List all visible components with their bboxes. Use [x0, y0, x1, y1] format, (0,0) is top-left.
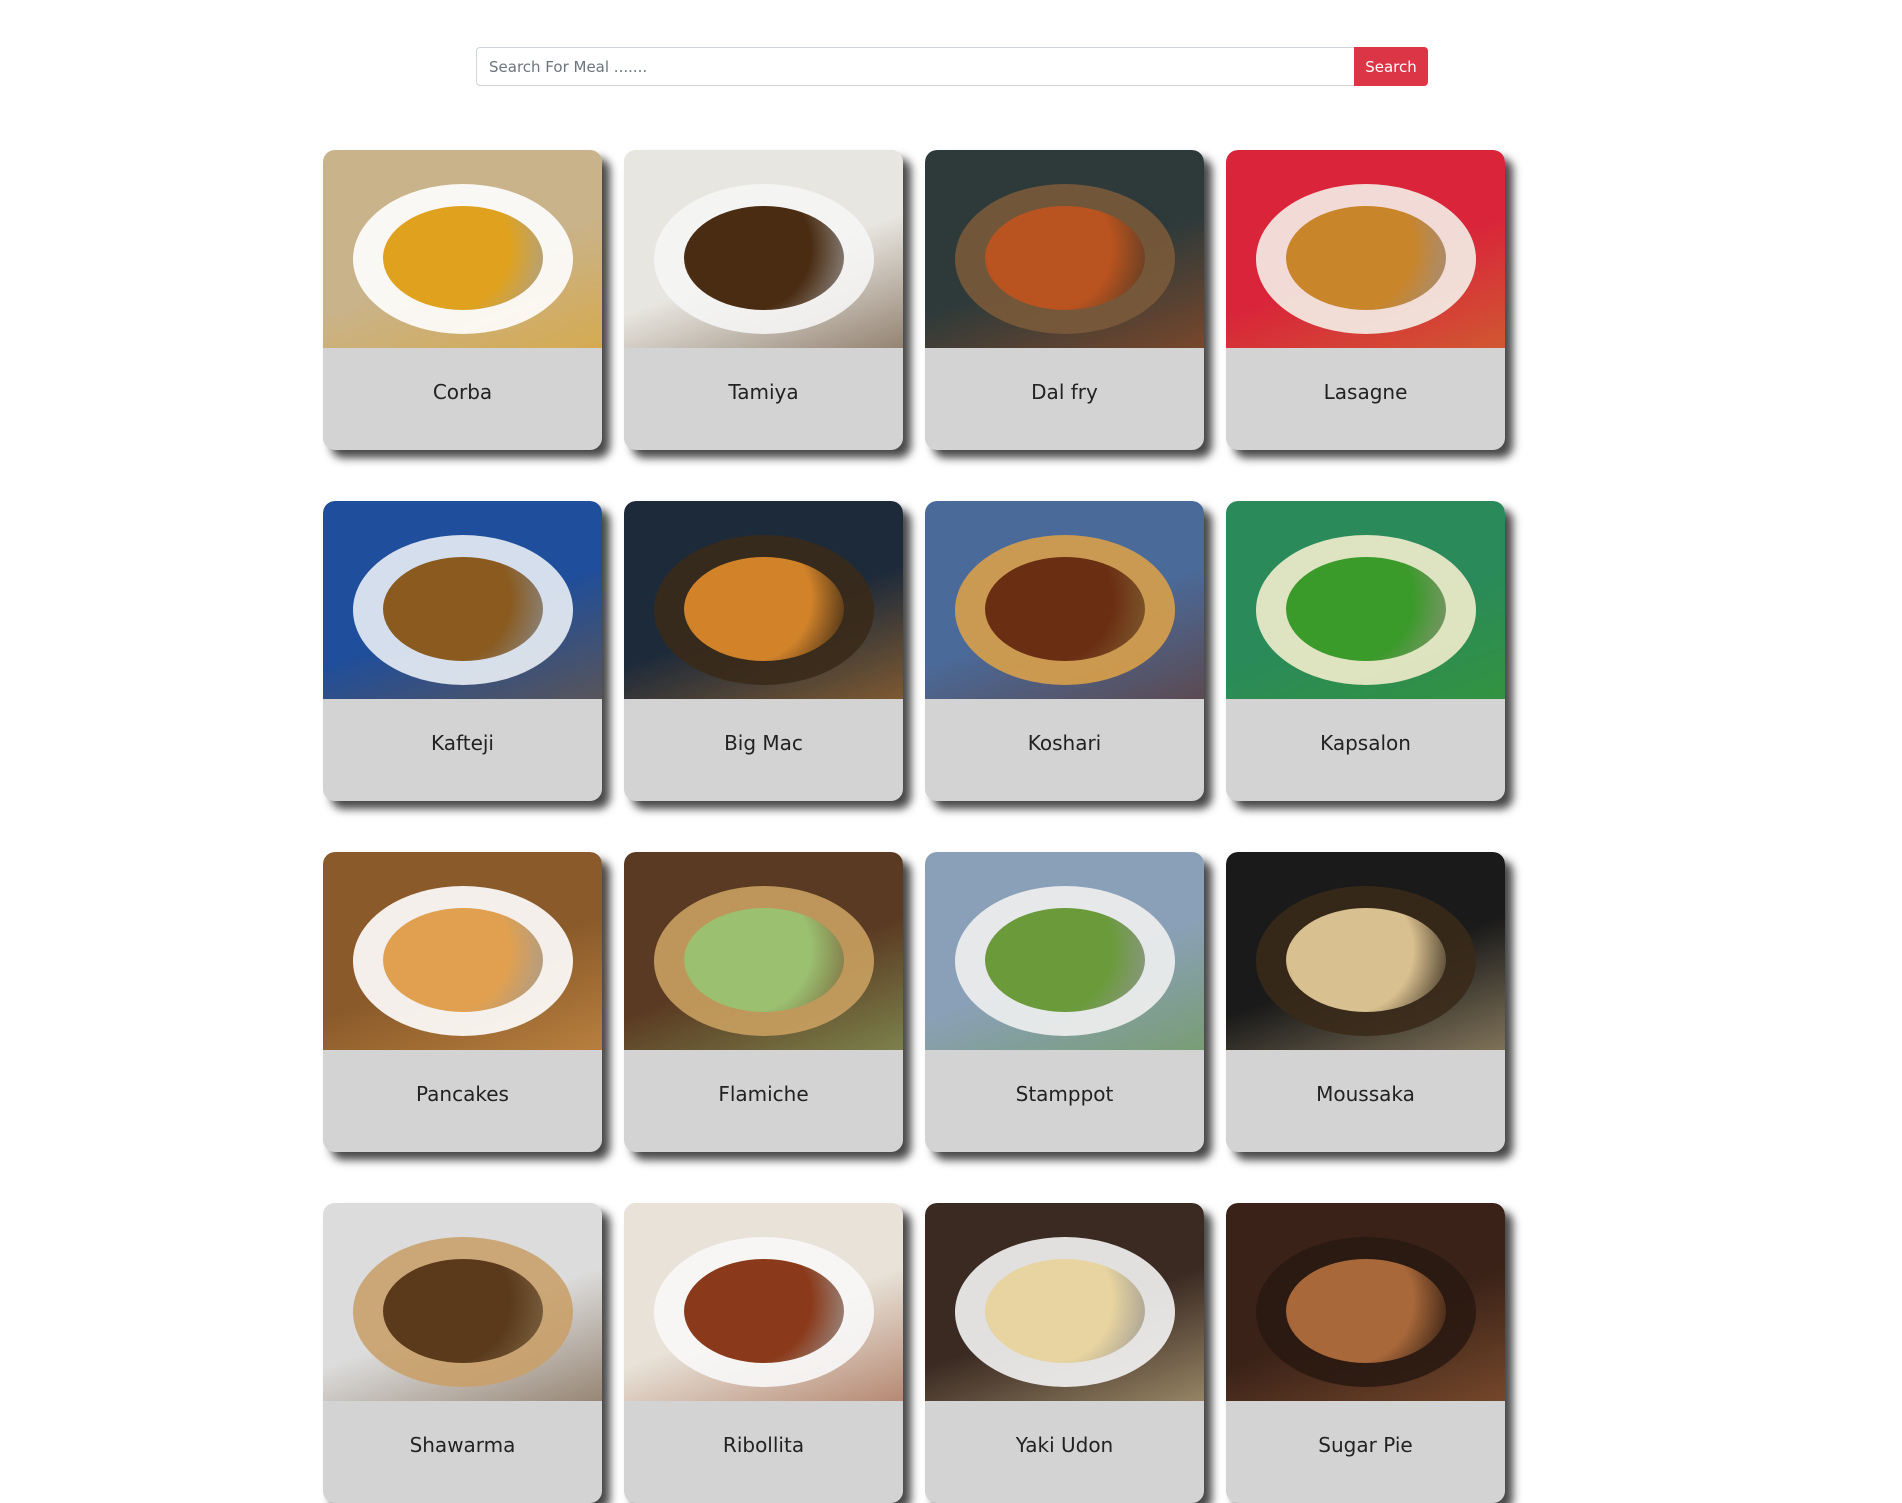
search-input[interactable] [476, 47, 1354, 86]
food-shape [1286, 557, 1446, 661]
meal-card[interactable]: Lasagne [1226, 150, 1505, 450]
food-shape [383, 1259, 543, 1363]
meal-image [925, 1203, 1204, 1401]
meal-image [925, 852, 1204, 1050]
meal-image [1226, 1203, 1505, 1401]
meal-image [624, 1203, 903, 1401]
meal-title: Moussaka [1316, 1082, 1415, 1106]
meal-image [1226, 501, 1505, 699]
food-shape [1286, 1259, 1446, 1363]
meal-card[interactable]: Dal fry [925, 150, 1204, 450]
meal-card[interactable]: Kafteji [323, 501, 602, 801]
meal-image [323, 852, 602, 1050]
meal-card[interactable]: Sugar Pie [1226, 1203, 1505, 1503]
food-shape [383, 908, 543, 1012]
food-shape [684, 908, 844, 1012]
food-shape [684, 557, 844, 661]
meal-image [624, 150, 903, 348]
meal-image [323, 501, 602, 699]
meal-title: Koshari [1027, 731, 1102, 755]
search-button[interactable]: Search [1354, 47, 1428, 86]
meal-title: Dal fry [1031, 380, 1098, 404]
meal-title: Kafteji [431, 731, 494, 755]
meal-image [624, 852, 903, 1050]
meal-image [925, 501, 1204, 699]
food-shape [1286, 908, 1446, 1012]
meal-card[interactable]: Ribollita [624, 1203, 903, 1503]
meal-image [1226, 150, 1505, 348]
meal-card[interactable]: Shawarma [323, 1203, 602, 1503]
meal-card[interactable]: Tamiya [624, 150, 903, 450]
food-shape [1286, 206, 1446, 310]
meal-image [925, 150, 1204, 348]
meal-title: Ribollita [722, 1433, 805, 1457]
food-shape [684, 206, 844, 310]
meal-card[interactable]: Big Mac [624, 501, 903, 801]
food-shape [383, 557, 543, 661]
meal-title: Lasagne [1323, 380, 1408, 404]
meal-title: Shawarma [409, 1433, 516, 1457]
meal-grid: Corba Tamiya Dal fry Lasagne Kafteji Big Mac K… [323, 150, 1523, 1503]
meal-image [624, 501, 903, 699]
food-shape [684, 1259, 844, 1363]
search-bar: Search [476, 47, 1428, 86]
food-shape [985, 908, 1145, 1012]
meal-title: Big Mac [724, 731, 803, 755]
food-shape [985, 206, 1145, 310]
meal-card[interactable]: Moussaka [1226, 852, 1505, 1152]
meal-title: Pancakes [416, 1082, 509, 1106]
meal-image [323, 150, 602, 348]
meal-title: Corba [432, 380, 493, 404]
food-shape [985, 557, 1145, 661]
meal-image [323, 1203, 602, 1401]
food-shape [383, 206, 543, 310]
meal-card[interactable]: Yaki Udon [925, 1203, 1204, 1503]
meal-title: Tamiya [728, 380, 799, 404]
meal-card[interactable]: Koshari [925, 501, 1204, 801]
meal-card[interactable]: Corba [323, 150, 602, 450]
meal-title: Kapsalon [1320, 731, 1411, 755]
meal-card[interactable]: Pancakes [323, 852, 602, 1152]
meal-card[interactable]: Kapsalon [1226, 501, 1505, 801]
meal-title: Stamppot [1015, 1082, 1114, 1106]
meal-title: Sugar Pie [1318, 1433, 1413, 1457]
meal-card[interactable]: Stamppot [925, 852, 1204, 1152]
meal-title: Flamiche [718, 1082, 809, 1106]
meal-card[interactable]: Flamiche [624, 852, 903, 1152]
food-shape [985, 1259, 1145, 1363]
meal-title: Yaki Udon [1015, 1433, 1114, 1457]
meal-image [1226, 852, 1505, 1050]
